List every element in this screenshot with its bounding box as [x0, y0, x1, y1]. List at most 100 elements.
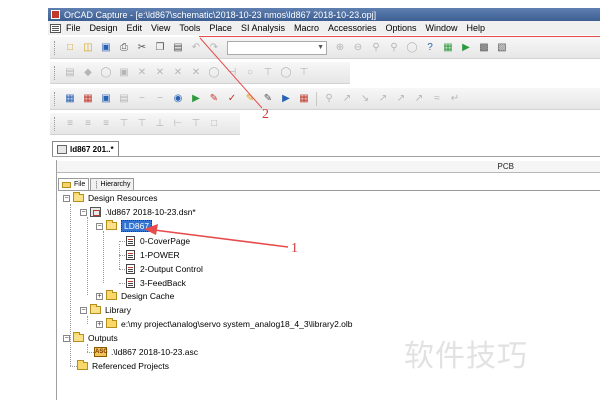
- annotate-icon[interactable]: ▶: [459, 41, 473, 55]
- sim-probe-icon[interactable]: ⚲: [322, 92, 336, 106]
- current-marker-icon[interactable]: ↘: [358, 92, 372, 106]
- collapse-toggle[interactable]: −: [96, 222, 103, 230]
- menu-file[interactable]: File: [66, 23, 81, 33]
- zoom-area-icon[interactable]: ⚲: [369, 41, 383, 55]
- off-page-icon[interactable]: ○: [243, 66, 257, 80]
- tree-design-file[interactable]: − .\ld867 2018-10-23.dsn*: [80, 206, 196, 218]
- menu-place[interactable]: Place: [209, 23, 232, 33]
- expand-toggle[interactable]: +: [96, 292, 103, 300]
- bus-icon[interactable]: ▣: [117, 66, 131, 80]
- zoom-all-icon[interactable]: ⚲: [387, 41, 401, 55]
- toolbar-grip[interactable]: [54, 65, 57, 80]
- pcb-column-header[interactable]: PCB: [57, 161, 600, 173]
- snap-icon[interactable]: □: [207, 117, 221, 131]
- junction-icon[interactable]: ✕: [135, 66, 149, 80]
- menu-window[interactable]: Window: [426, 23, 458, 33]
- power-marker-icon[interactable]: ↗: [376, 92, 390, 106]
- place-db-part-icon[interactable]: ▤: [117, 92, 131, 106]
- collapse-toggle[interactable]: −: [63, 334, 70, 342]
- align-middle-icon[interactable]: ⊤: [135, 117, 149, 131]
- menu-view[interactable]: View: [151, 23, 170, 33]
- collapse-toggle[interactable]: −: [80, 306, 87, 314]
- disconnect-icon[interactable]: −: [153, 92, 167, 106]
- highlight-icon[interactable]: ✓: [225, 92, 239, 106]
- no-connect-icon[interactable]: ◯: [207, 66, 221, 80]
- paste-icon[interactable]: ▤: [171, 41, 185, 55]
- toolbar-grip[interactable]: [54, 116, 57, 131]
- tab-project-document[interactable]: ld867 201..*: [52, 141, 119, 156]
- tree-outputs[interactable]: − Outputs: [63, 332, 118, 344]
- new-icon[interactable]: □: [63, 41, 77, 55]
- help-icon[interactable]: ?: [423, 41, 437, 55]
- align-left-icon[interactable]: ≡: [63, 117, 77, 131]
- tree-design-resources[interactable]: − Design Resources: [63, 192, 157, 204]
- edit-icon[interactable]: ✎: [261, 92, 275, 106]
- tree-page[interactable]: 3-FeedBack: [126, 277, 186, 289]
- align-center-icon[interactable]: ≡: [81, 117, 95, 131]
- menu-design[interactable]: Design: [90, 23, 118, 33]
- bias-icon[interactable]: ↗: [412, 92, 426, 106]
- zoom-fit-icon[interactable]: ◯: [405, 41, 419, 55]
- netlist-icon[interactable]: ▦: [441, 41, 455, 55]
- wire-icon[interactable]: ◯: [99, 66, 113, 80]
- report-icon[interactable]: ▦: [297, 92, 311, 106]
- toolbar-grip[interactable]: [54, 40, 57, 55]
- cut-icon[interactable]: ✂: [135, 41, 149, 55]
- menu-edit[interactable]: Edit: [127, 23, 143, 33]
- update-icon[interactable]: ▶: [189, 92, 203, 106]
- align-right-icon[interactable]: ≡: [99, 117, 113, 131]
- connect-icon[interactable]: −: [135, 92, 149, 106]
- hier-port-icon[interactable]: ⊤: [297, 66, 311, 80]
- redo-icon[interactable]: ↷: [207, 41, 221, 55]
- tree-library-file[interactable]: + e:\my project\analog\servo system_anal…: [96, 318, 353, 330]
- toolbar-grip[interactable]: [54, 91, 57, 106]
- zoom-out-icon[interactable]: ⊖: [351, 41, 365, 55]
- tree-page[interactable]: 1-POWER: [126, 249, 180, 261]
- export-icon[interactable]: ▶: [279, 92, 293, 106]
- undo-icon[interactable]: ↶: [189, 41, 203, 55]
- library-icon[interactable]: ▣: [99, 92, 113, 106]
- tree-page[interactable]: 0-CoverPage: [126, 235, 190, 247]
- hier-block-icon[interactable]: ⊤: [261, 66, 275, 80]
- constraint-icon[interactable]: ✎: [207, 92, 221, 106]
- distribute-v-icon[interactable]: ⊤: [189, 117, 203, 131]
- marker-icon[interactable]: ≈: [430, 92, 444, 106]
- collapse-toggle[interactable]: −: [80, 208, 87, 216]
- distribute-h-icon[interactable]: ⊢: [171, 117, 185, 131]
- copy-icon[interactable]: ❐: [153, 41, 167, 55]
- menu-macro[interactable]: Macro: [294, 23, 319, 33]
- print-icon[interactable]: ⎙: [117, 41, 131, 55]
- tree-design-cache[interactable]: + Design Cache: [96, 290, 174, 302]
- collapse-toggle[interactable]: −: [63, 194, 70, 202]
- part-selector-dropdown[interactable]: ▼: [227, 40, 327, 55]
- part-icon[interactable]: ◆: [81, 66, 95, 80]
- expand-toggle[interactable]: +: [96, 320, 103, 328]
- voltage-marker-icon[interactable]: ↗: [340, 92, 354, 106]
- open-icon[interactable]: ◫: [81, 41, 95, 55]
- net-alias-icon[interactable]: ✕: [153, 66, 167, 80]
- menu-si-analysis[interactable]: SI Analysis: [241, 23, 285, 33]
- tree-schematic-ld867[interactable]: − LD867: [96, 220, 153, 232]
- port-icon[interactable]: ⊣: [225, 66, 239, 80]
- tree-page[interactable]: 2-Output Control: [126, 263, 203, 275]
- hier-pin-icon[interactable]: ◯: [279, 66, 293, 80]
- zoom-in-icon[interactable]: ⊕: [333, 41, 347, 55]
- menu-help[interactable]: Help: [467, 23, 486, 33]
- align-bottom-icon[interactable]: ⊥: [153, 117, 167, 131]
- menu-accessories[interactable]: Accessories: [328, 23, 377, 33]
- tree-library[interactable]: − Library: [80, 304, 131, 316]
- cross-probe-icon[interactable]: ▦: [81, 92, 95, 106]
- ruler-icon[interactable]: ✎: [243, 92, 257, 106]
- tree-output-file[interactable]: ASC .\ld867 2018-10-23.asc: [94, 346, 198, 358]
- menu-tools[interactable]: Tools: [179, 23, 200, 33]
- power-icon[interactable]: ✕: [171, 66, 185, 80]
- ground-icon[interactable]: ✕: [189, 66, 203, 80]
- probe-icon[interactable]: ↵: [448, 92, 462, 106]
- variant-icon[interactable]: ◉: [171, 92, 185, 106]
- save-icon[interactable]: ▣: [99, 41, 113, 55]
- bom-icon[interactable]: ▧: [495, 41, 509, 55]
- align-top-icon[interactable]: ⊤: [117, 117, 131, 131]
- document-icon[interactable]: [50, 23, 61, 33]
- select-icon[interactable]: ▤: [63, 66, 77, 80]
- diff-marker-icon[interactable]: ↗: [394, 92, 408, 106]
